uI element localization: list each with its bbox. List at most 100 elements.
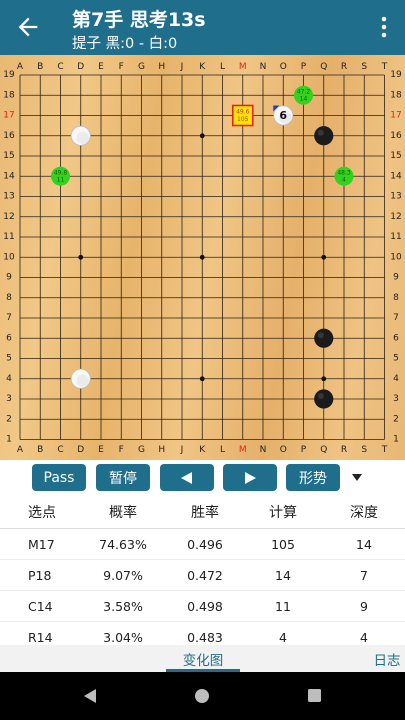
candidate-visits: 14 (300, 96, 308, 103)
cell-playouts: 14 (275, 567, 291, 583)
col-label-top: J (180, 62, 184, 72)
pass-button[interactable]: Pass (32, 464, 86, 491)
col-label-bottom: E (98, 445, 104, 455)
star-point (78, 254, 84, 260)
cell-point: P18 (28, 567, 52, 583)
col-label-bottom: N (260, 445, 267, 455)
col-label-top: M (239, 62, 247, 72)
pause-button[interactable]: 暂停 (96, 464, 150, 491)
row-label-right: 19 (390, 70, 402, 80)
row-label-left: 12 (3, 212, 14, 222)
cell-winrate: 0.472 (187, 567, 223, 583)
table-header: 选点 概率 胜率 计算 深度 (0, 496, 405, 529)
tab-variation[interactable]: 变化图 (166, 645, 240, 672)
table-row[interactable]: M17 74.63% 0.496 105 14 (0, 529, 405, 560)
col-label-bottom: A (17, 445, 24, 455)
col-label-bottom: B (37, 445, 43, 455)
col-label-bottom: P (301, 445, 307, 455)
row-label-right: 8 (393, 293, 399, 303)
col-label-bottom: F (119, 445, 124, 455)
cell-point: C14 (28, 598, 53, 614)
col-label-top: S (361, 62, 367, 72)
row-label-left: 16 (3, 131, 15, 141)
star-point (199, 376, 205, 382)
row-label-left: 2 (6, 414, 12, 424)
situation-button[interactable]: 形势 (286, 464, 340, 491)
black-stone (314, 389, 334, 409)
board-grid[interactable]: AABBCCDDEEFFGGHHJJKKLLMMNNOOPPQQRRSSTT19… (0, 55, 405, 460)
row-label-left: 10 (3, 252, 15, 262)
row-label-right: 9 (393, 273, 399, 283)
star-point (199, 254, 205, 260)
row-label-right: 2 (393, 414, 399, 424)
system-nav-bar (0, 672, 405, 720)
row-label-right: 12 (390, 212, 401, 222)
row-label-left: 18 (3, 90, 15, 100)
col-label-bottom: S (361, 445, 367, 455)
stone-move-number: 6 (279, 109, 287, 122)
header-winrate: 胜率 (191, 505, 219, 521)
row-label-left: 3 (6, 394, 12, 404)
stone-highlight (317, 129, 324, 136)
arrow-left-icon[interactable] (14, 13, 42, 41)
col-label-top: D (77, 62, 84, 72)
candidate-winrate: 47.2 (297, 88, 311, 95)
prev-move-button[interactable] (160, 464, 214, 491)
nav-recents-icon[interactable] (307, 688, 322, 703)
row-label-left: 13 (3, 192, 14, 202)
col-label-top: F (119, 62, 124, 72)
col-label-bottom: R (341, 445, 347, 455)
col-label-top: O (280, 62, 287, 72)
col-label-bottom: M (239, 445, 247, 455)
tab-log[interactable]: 日志 (362, 645, 405, 672)
col-label-top: T (381, 62, 388, 72)
row-label-right: 11 (390, 232, 401, 242)
triangle-right-icon (245, 471, 256, 484)
row-label-right: 16 (390, 131, 402, 141)
col-label-top: N (260, 62, 267, 72)
cell-depth: 9 (360, 598, 368, 614)
more-vert-icon[interactable] (374, 14, 394, 40)
app-bar: 第7手 思考13s 提子 黑:0 - 白:0 (0, 0, 405, 55)
row-label-right: 13 (390, 192, 401, 202)
col-label-top: Q (320, 62, 327, 72)
cell-depth: 14 (356, 536, 372, 552)
col-label-bottom: D (77, 445, 84, 455)
row-label-left: 19 (3, 70, 15, 80)
table-row[interactable]: C14 3.58% 0.498 11 9 (0, 591, 405, 622)
star-point (321, 376, 327, 382)
cell-probability: 9.07% (103, 567, 143, 583)
cell-playouts: 11 (275, 598, 291, 614)
row-label-left: 8 (6, 293, 12, 303)
header-depth: 深度 (350, 505, 378, 521)
nav-home-icon[interactable] (194, 688, 210, 704)
col-label-bottom: O (280, 445, 287, 455)
triangle-left-icon (181, 471, 192, 484)
capture-status: 提子 黑:0 - 白:0 (72, 36, 178, 52)
col-label-bottom: L (220, 445, 225, 455)
cell-probability: 3.58% (103, 598, 143, 614)
col-label-top: E (98, 62, 104, 72)
row-label-left: 11 (3, 232, 14, 242)
move-title: 第7手 思考13s (72, 9, 206, 31)
bottom-tabs: 变化图 日志 (0, 645, 405, 672)
col-label-top: G (138, 62, 145, 72)
nav-back-icon[interactable] (82, 688, 98, 704)
cell-point: M17 (28, 536, 55, 552)
caret-down-icon[interactable] (352, 474, 362, 481)
stone-highlight (317, 393, 324, 399)
row-label-right: 18 (390, 90, 402, 100)
candidate-visits: 11 (57, 177, 65, 184)
row-label-right: 10 (390, 252, 402, 262)
row-label-right: 14 (390, 171, 402, 181)
col-label-bottom: G (138, 445, 145, 455)
row-label-left: 15 (3, 151, 14, 161)
stone-highlight (317, 332, 324, 339)
go-board[interactable]: A A B B C C D D E E F F G G H H J J K K L L M M N N O O P P Q Q R R S S T T 19… (0, 55, 405, 460)
col-label-bottom: K (199, 445, 206, 455)
header-probability: 概率 (109, 505, 137, 521)
analysis-table: 选点 概率 胜率 计算 深度 M17 74.63% 0.496 105 14 P… (0, 496, 405, 653)
table-row[interactable]: P18 9.07% 0.472 14 7 (0, 560, 405, 591)
next-move-button[interactable] (223, 464, 277, 491)
row-label-right: 4 (393, 374, 399, 384)
